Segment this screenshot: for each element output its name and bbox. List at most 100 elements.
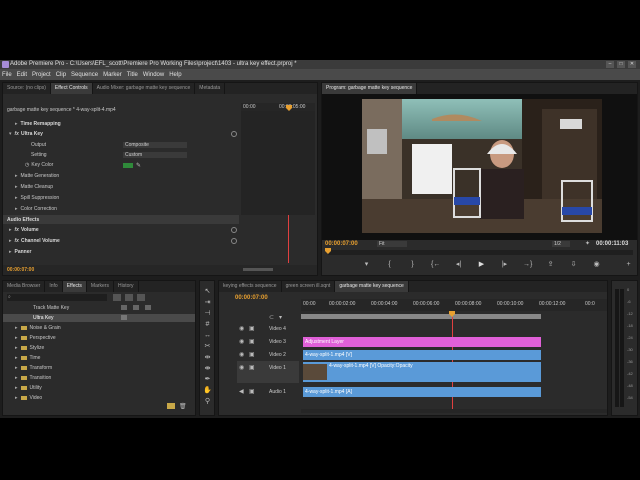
tab-audio-mixer[interactable]: Audio Mixer: garbage matte key sequence xyxy=(93,83,196,94)
spill-suppression-label[interactable]: Spill Suppression xyxy=(21,195,60,201)
reset-icon[interactable] xyxy=(231,131,237,137)
channel-volume-label[interactable]: Channel Volume xyxy=(21,238,60,244)
eyedropper-icon[interactable]: ✎ xyxy=(136,162,141,169)
yuv-effects-icon[interactable] xyxy=(137,294,145,301)
ripple-edit-tool-icon[interactable]: ⊣ xyxy=(203,309,212,318)
eye-icon[interactable]: ◉ xyxy=(239,364,244,371)
menu-edit[interactable]: Edit xyxy=(17,72,27,78)
matte-generation-label[interactable]: Matte Generation xyxy=(21,173,60,179)
eye-icon[interactable]: ◉ xyxy=(239,338,244,345)
color-correction-label[interactable]: Color Correction xyxy=(21,206,57,212)
list-item[interactable]: ▸ Utility xyxy=(15,385,42,391)
mark-out-icon[interactable]: } xyxy=(408,260,417,269)
timeline-ruler[interactable]: 00:00 00:00:02:00 00:00:04:00 00:00:06:0… xyxy=(301,299,607,311)
wrench-icon[interactable]: ✦ xyxy=(585,240,590,247)
marker-icon[interactable]: ▾ xyxy=(362,260,371,269)
fit-dropdown[interactable]: Fit xyxy=(377,241,407,247)
minimize-icon[interactable]: – xyxy=(606,61,614,68)
lock-icon[interactable]: ▣ xyxy=(249,325,255,332)
stopwatch-icon[interactable]: ◷ xyxy=(25,162,29,168)
extract-icon[interactable]: ⇩ xyxy=(569,260,578,269)
menu-help[interactable]: Help xyxy=(169,72,181,78)
lock-icon[interactable]: ▣ xyxy=(249,388,255,395)
maximize-icon[interactable]: □ xyxy=(617,61,625,68)
new-bin-icon[interactable] xyxy=(167,403,175,409)
timeline-scrollbar[interactable] xyxy=(301,409,607,413)
lock-icon[interactable]: ▣ xyxy=(249,338,255,345)
menu-sequence[interactable]: Sequence xyxy=(71,72,98,78)
time-remapping-label[interactable]: Time Remapping xyxy=(21,121,61,127)
list-item[interactable]: ▸ Time xyxy=(15,355,40,361)
menu-project[interactable]: Project xyxy=(32,72,51,78)
tab-effect-controls[interactable]: Effect Controls xyxy=(50,83,93,94)
track-select-tool-icon[interactable]: ⇥ xyxy=(203,298,212,307)
clip-video-1[interactable]: 4-way-split-1.mp4 [V] Opacity:Opacity xyxy=(303,362,541,382)
matte-cleanup-label[interactable]: Matte Cleanup xyxy=(21,184,54,190)
clip-video-2[interactable]: 4-way-split-1.mp4 [V] xyxy=(303,350,541,360)
resolution-dropdown[interactable]: 1/2 xyxy=(552,241,570,247)
hand-tool-icon[interactable]: ✋ xyxy=(203,386,212,395)
list-item[interactable]: ▸ Stylize xyxy=(15,345,44,351)
effects-search-input[interactable]: ⌕ xyxy=(7,294,107,301)
reset-channel-volume-icon[interactable] xyxy=(231,238,237,244)
list-item[interactable]: Track Matte Key xyxy=(33,305,69,311)
tab-program[interactable]: Program: garbage matte key sequence xyxy=(322,83,418,94)
tab-history[interactable]: History xyxy=(114,281,139,292)
go-to-in-icon[interactable]: {← xyxy=(431,260,440,269)
add-marker-icon[interactable]: ▾ xyxy=(279,314,282,321)
rate-stretch-tool-icon[interactable]: ↔ xyxy=(203,331,212,340)
volume-label[interactable]: Volume xyxy=(21,227,39,233)
play-icon[interactable]: ▶ xyxy=(477,260,486,269)
list-item[interactable]: ▸ Transition xyxy=(15,375,51,381)
fx-icon[interactable]: fx xyxy=(15,131,19,137)
close-icon[interactable]: ✕ xyxy=(628,61,636,68)
delete-icon[interactable]: 🗑 xyxy=(179,403,187,410)
pen-tool-icon[interactable]: ✒ xyxy=(203,375,212,384)
mark-in-icon[interactable]: { xyxy=(385,260,394,269)
zoom-slider[interactable] xyxy=(243,268,273,271)
tab-green-screen-sequence[interactable]: green screen ill.sqnt xyxy=(282,281,336,292)
slide-tool-icon[interactable]: ⇼ xyxy=(203,364,212,373)
snap-icon[interactable]: ⊂ xyxy=(269,314,274,321)
razor-tool-icon[interactable]: ✂ xyxy=(203,342,212,351)
output-dropdown[interactable]: Composite xyxy=(123,142,187,148)
add-button-icon[interactable]: + xyxy=(624,260,633,269)
lift-icon[interactable]: ⇪ xyxy=(546,260,555,269)
clip-audio-1[interactable]: 4-way-split-1.mp4 [A] xyxy=(303,387,541,397)
program-scrub-bar[interactable] xyxy=(328,250,633,255)
tab-source[interactable]: Source: (no clips) xyxy=(3,83,51,94)
panner-label[interactable]: Panner xyxy=(15,249,32,255)
fx-volume-icon[interactable]: fx xyxy=(15,227,19,233)
lock-icon[interactable]: ▣ xyxy=(249,351,255,358)
list-item[interactable]: ▸ Video xyxy=(15,395,42,401)
menu-marker[interactable]: Marker xyxy=(103,72,122,78)
effect-controls-timecode[interactable]: 00:00:07:00 xyxy=(7,267,34,273)
rolling-edit-tool-icon[interactable]: # xyxy=(203,320,212,329)
reset-volume-icon[interactable] xyxy=(231,227,237,233)
tab-garbage-matte-sequence[interactable]: garbage matte key sequence xyxy=(335,281,409,292)
eye-icon[interactable]: ◉ xyxy=(239,351,244,358)
32bit-effects-icon[interactable] xyxy=(125,294,133,301)
tab-keying-effects-sequence[interactable]: keying effects sequence xyxy=(219,281,282,292)
speaker-icon[interactable]: ◀ xyxy=(239,388,244,395)
work-area-bar[interactable] xyxy=(301,314,541,319)
list-item[interactable]: ▸ Noise & Grain xyxy=(15,325,61,331)
menu-title[interactable]: Title xyxy=(127,72,138,78)
ultra-key-label[interactable]: Ultra Key xyxy=(21,131,43,137)
eye-icon[interactable]: ◉ xyxy=(239,325,244,332)
tab-metadata[interactable]: Metadata xyxy=(195,83,226,94)
lock-icon[interactable]: ▣ xyxy=(249,364,255,371)
accelerated-effects-icon[interactable] xyxy=(113,294,121,301)
export-frame-icon[interactable]: ◉ xyxy=(592,260,601,269)
tab-effects[interactable]: Effects xyxy=(62,281,87,292)
key-color-swatch[interactable] xyxy=(123,163,133,168)
setting-dropdown[interactable]: Custom xyxy=(123,152,187,158)
timeline-timecode[interactable]: 00:00:07:00 xyxy=(235,295,268,301)
menu-clip[interactable]: Clip xyxy=(56,72,66,78)
selection-tool-icon[interactable]: ↖ xyxy=(203,287,212,296)
tab-media-browser[interactable]: Media Browser xyxy=(3,281,46,292)
menu-window[interactable]: Window xyxy=(143,72,164,78)
zoom-tool-icon[interactable]: ⚲ xyxy=(203,397,212,406)
menu-file[interactable]: File xyxy=(2,72,12,78)
fx-channel-volume-icon[interactable]: fx xyxy=(15,238,19,244)
